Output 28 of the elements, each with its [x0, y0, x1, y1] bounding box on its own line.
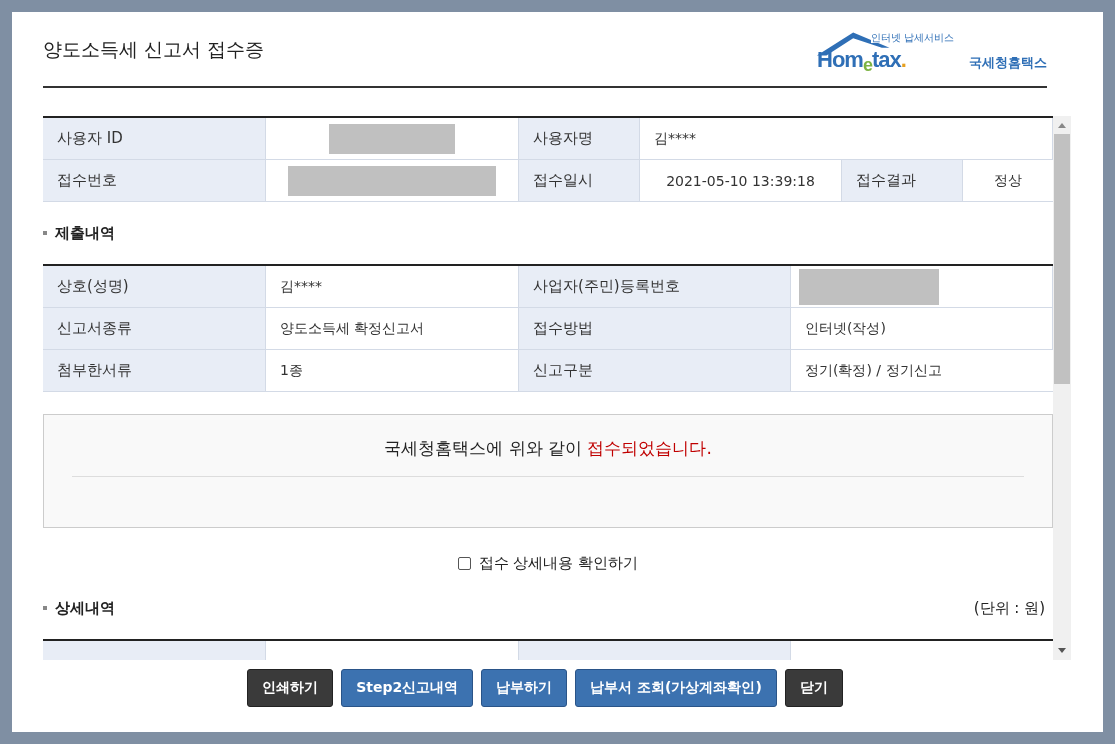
table-label: 상호(성명) [43, 266, 266, 308]
confirmation-message: 국세청홈택스에 위와 같이 접수되었습니다. [383, 437, 713, 460]
window-title: 양도소득세 신고서 접수증 [43, 37, 265, 62]
action-button[interactable]: 납부서 조회(가상계좌확인) [575, 669, 777, 707]
table-label: 접수번호 [43, 160, 266, 202]
table-label: 접수방법 [519, 308, 791, 350]
table-label: 첨부한서류 [43, 350, 266, 392]
table-label: 사용자 ID [43, 118, 266, 160]
action-button[interactable]: 납부하기 [481, 669, 568, 707]
section-heading: 제출내역 [55, 223, 115, 243]
detail-checkbox[interactable]: 접수 상세내용 확인하기 [43, 554, 1053, 573]
table-label: 신고구분 [519, 350, 791, 392]
hometax-logo: 인터넷 납세서비스 Hom$_{e}$tax. [815, 31, 956, 77]
section-heading: 상세내역 [55, 598, 115, 618]
table-label: 접수결과 [842, 160, 963, 202]
bullet-icon [43, 231, 47, 235]
logo-text: 국세청홈택스 [969, 54, 1047, 72]
table-label: 사업자(주민)등록번호 [519, 266, 791, 308]
table-label: 신고서종류 [43, 308, 266, 350]
scrollbar-thumb[interactable] [1054, 134, 1070, 384]
action-button[interactable]: 닫기 [784, 669, 843, 707]
action-button[interactable]: 인쇄하기 [247, 669, 334, 707]
unit-label: (단위 : 원) [973, 598, 1045, 618]
scrollbar[interactable] [1053, 116, 1071, 660]
table-label: 사용자명 [519, 118, 640, 160]
action-button[interactable]: Step2신고내역 [341, 669, 474, 707]
bullet-icon [43, 606, 47, 610]
table-label: 접수일시 [519, 160, 640, 202]
